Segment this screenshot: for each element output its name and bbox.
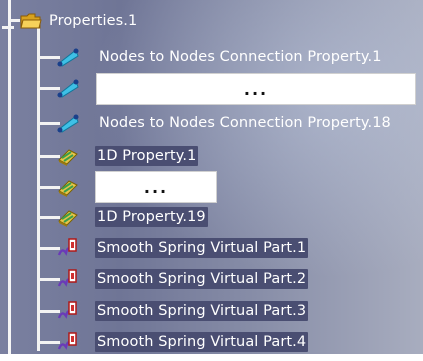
1d-property-icon <box>58 180 78 197</box>
tree-node-properties[interactable]: Properties.1 <box>0 8 210 34</box>
tree-node-1d-property-collapsed[interactable]: ... <box>38 171 238 203</box>
connection-property-icon <box>57 48 79 67</box>
spring-virtual-part-icon <box>57 301 77 319</box>
tree-connector <box>10 19 20 22</box>
panel-bottom-edge <box>0 354 423 361</box>
tree-node-label: Nodes to Nodes Connection Property.1 <box>99 49 382 65</box>
spring-virtual-part-icon <box>57 238 77 256</box>
tree-node-label: 1D Property.19 <box>95 207 208 227</box>
tree-node-label: Smooth Spring Virtual Part.4 <box>95 332 309 352</box>
tree-node-label: Smooth Spring Virtual Part.2 <box>95 269 309 289</box>
tree-node-spring-virtual-part-4[interactable]: Smooth Spring Virtual Part.4 <box>38 329 338 355</box>
tree-node-label: Nodes to Nodes Connection Property.18 <box>99 115 391 131</box>
tree-node-spring-virtual-part-3[interactable]: Smooth Spring Virtual Part.3 <box>38 298 338 324</box>
collapse-icon[interactable] <box>2 21 14 33</box>
specification-tree: Properties.1 Nodes to Nodes Connection P… <box>0 0 423 361</box>
tree-connector-outer <box>8 0 11 361</box>
tree-node-connection-property-1[interactable]: Nodes to Nodes Connection Property.1 <box>38 44 418 70</box>
tree-node-connection-property-18[interactable]: Nodes to Nodes Connection Property.18 <box>38 110 423 136</box>
connection-property-icon <box>57 114 79 133</box>
collapsed-items-box[interactable]: ... <box>95 171 217 203</box>
tree-node-1d-property-1[interactable]: 1D Property.1 <box>38 143 238 169</box>
tree-node-label: Smooth Spring Virtual Part.3 <box>95 301 309 321</box>
spring-virtual-part-icon <box>57 332 77 350</box>
tree-node-label: 1D Property.1 <box>95 146 199 166</box>
folder-icon <box>20 13 42 29</box>
tree-node-1d-property-19[interactable]: 1D Property.19 <box>38 204 238 230</box>
collapsed-items-box[interactable]: ... <box>96 73 416 105</box>
connection-property-icon <box>57 79 79 98</box>
spring-virtual-part-icon <box>57 269 77 287</box>
tree-node-spring-virtual-part-2[interactable]: Smooth Spring Virtual Part.2 <box>38 266 338 292</box>
tree-node-label: Smooth Spring Virtual Part.1 <box>95 238 309 258</box>
tree-node-connection-property-collapsed[interactable]: ... <box>38 73 418 105</box>
1d-property-icon <box>58 149 78 166</box>
tree-node-label: Properties.1 <box>49 13 138 29</box>
tree-node-spring-virtual-part-1[interactable]: Smooth Spring Virtual Part.1 <box>38 235 338 261</box>
1d-property-icon <box>58 210 78 227</box>
